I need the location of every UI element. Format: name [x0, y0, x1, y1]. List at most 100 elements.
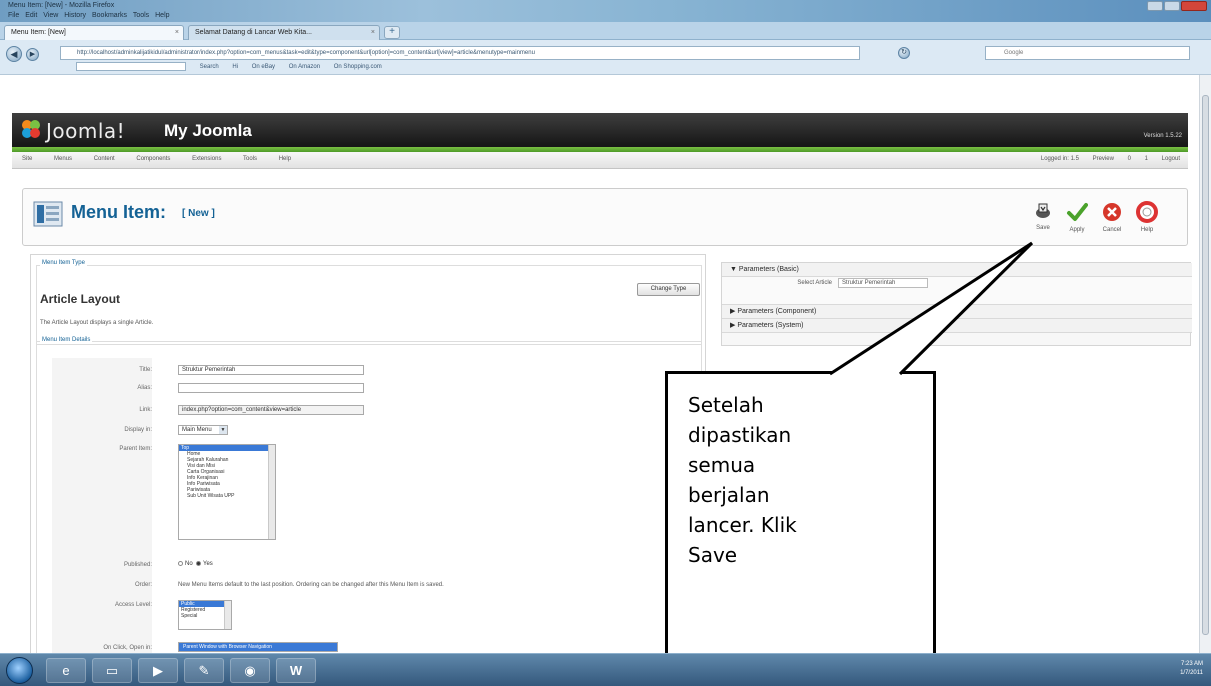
admin-menu-components[interactable]: Components	[136, 156, 170, 162]
preview-link[interactable]: Preview	[1093, 156, 1114, 162]
parent-item-label: Parent Item:	[119, 446, 152, 452]
access-level-label: Access Level:	[114, 602, 152, 608]
alias-input[interactable]	[178, 383, 364, 393]
start-button[interactable]	[6, 657, 33, 684]
page-scrollbar[interactable]	[1199, 75, 1211, 653]
search-input[interactable]: Google	[985, 46, 1190, 60]
on-click-listbox[interactable]: Parent Window with Browser Navigation	[178, 642, 338, 652]
taskbar-word-icon[interactable]: W	[276, 658, 316, 683]
taskbar-firefox-icon[interactable]: ◉	[230, 658, 270, 683]
admin-menu-site[interactable]: Site	[22, 156, 32, 162]
title-input[interactable]: Struktur Pemerintah	[178, 365, 364, 375]
new-tab-button[interactable]: +	[384, 26, 400, 39]
system-tray: 7:23 AM 1/7/2011	[1180, 660, 1203, 678]
bookmark-ebay[interactable]: On eBay	[252, 64, 275, 70]
menu-item-type-fieldset	[36, 265, 702, 345]
close-window-button[interactable]	[1181, 1, 1207, 11]
admin-menu-menus[interactable]: Menus	[54, 156, 72, 162]
published-no-label: No	[185, 561, 193, 568]
taskbar-paint-icon[interactable]: ✎	[184, 658, 224, 683]
parameters-system-toggle[interactable]: ▶ Parameters (System)	[722, 319, 1192, 333]
on-click-option[interactable]: Parent Window with Browser Navigation	[179, 643, 337, 651]
admin-menu-extensions[interactable]: Extensions	[192, 156, 221, 162]
browser-menubar: File Edit View History Bookmarks Tools H…	[8, 12, 170, 19]
tab-bar: Menu Item: [New] × Selamat Datang di Lan…	[0, 22, 1211, 40]
address-bar[interactable]: http://localhost/adminkalijatikidul/admi…	[60, 46, 860, 60]
select-article-field[interactable]: Struktur Pemerintah	[838, 278, 928, 288]
bookmark-hi[interactable]: Hi	[232, 64, 238, 70]
listbox-scrollbar[interactable]	[268, 445, 275, 539]
apply-button[interactable]: Apply	[1063, 201, 1091, 233]
admin-menu-tools[interactable]: Tools	[243, 156, 257, 162]
callout-text: Setelah dipastikan semua berjalan lancer…	[688, 390, 928, 570]
messages-count[interactable]: 0	[1128, 156, 1131, 162]
parent-item-listbox[interactable]: Top Home Sejarah Kalurahan Visi dan Misi…	[178, 444, 276, 540]
published-yes-radio[interactable]	[196, 561, 202, 566]
bookmark-amazon[interactable]: On Amazon	[289, 64, 320, 70]
bookmark-shopping[interactable]: On Shopping.com	[334, 64, 382, 70]
published-yes-label: Yes	[203, 561, 213, 568]
callout-line: Setelah	[688, 393, 764, 417]
menu-file[interactable]: File	[8, 12, 19, 19]
reload-icon[interactable]: ↻	[898, 47, 910, 59]
display-in-value: Main Menu	[182, 427, 212, 433]
taskbar-ie-icon[interactable]: e	[46, 658, 86, 683]
admin-menu-content[interactable]: Content	[94, 156, 115, 162]
joomla-logo-icon	[22, 120, 40, 138]
admin-menu-help[interactable]: Help	[279, 156, 291, 162]
taskbar-media-icon[interactable]: ▶	[138, 658, 178, 683]
save-icon	[1036, 203, 1050, 218]
cancel-button[interactable]: Cancel	[1098, 201, 1126, 233]
navigation-bar: ◀ ▶ http://localhost/adminkalijatikidul/…	[0, 40, 1211, 75]
parent-option[interactable]: Sub Unit Wisata UPP	[179, 493, 275, 499]
clock-time[interactable]: 7:23 AM	[1180, 660, 1203, 669]
maximize-button[interactable]	[1164, 1, 1180, 11]
close-tab-icon[interactable]: ×	[371, 29, 375, 36]
menu-edit[interactable]: Edit	[25, 12, 37, 19]
back-button[interactable]: ◀	[6, 46, 22, 62]
callout-line: semua	[688, 453, 756, 477]
listbox-scrollbar[interactable]	[224, 601, 231, 629]
parameters-basic-toggle[interactable]: ▼ Parameters (Basic)	[722, 263, 1192, 277]
menu-help[interactable]: Help	[155, 12, 169, 19]
order-note: New Menu Items default to the last posit…	[178, 582, 444, 588]
menu-bookmarks[interactable]: Bookmarks	[92, 12, 127, 19]
parameters-component-toggle[interactable]: ▶ Parameters (Component)	[722, 305, 1192, 319]
cancel-icon	[1103, 203, 1121, 221]
windows-taskbar: e ▭ ▶ ✎ ◉ W 7:23 AM 1/7/2011	[0, 653, 1211, 686]
tab-menu-item-new[interactable]: Menu Item: [New] ×	[4, 25, 184, 40]
forward-button[interactable]: ▶	[26, 48, 39, 61]
admin-menu-bar: Site Menus Content Components Extensions…	[12, 152, 1188, 169]
logged-in-status: Logged in: 1.5	[1040, 156, 1079, 162]
users-count[interactable]: 1	[1145, 156, 1148, 162]
parameters-panel: ▼ Parameters (Basic) Select Article Stru…	[721, 262, 1192, 346]
access-level-listbox[interactable]: Public Registered Special	[178, 600, 232, 630]
page-title: Menu Item:	[71, 202, 167, 222]
menu-history[interactable]: History	[64, 12, 86, 19]
window-controls	[1147, 1, 1207, 11]
site-name: My Joomla	[164, 121, 252, 140]
published-no-radio[interactable]	[178, 561, 183, 566]
change-type-button[interactable]: Change Type	[637, 283, 700, 296]
toolbar-dropdown[interactable]	[76, 62, 186, 71]
link-input[interactable]: index.php?option=com_content&view=articl…	[178, 405, 364, 415]
help-lifebuoy-icon	[1136, 201, 1158, 223]
menu-view[interactable]: View	[43, 12, 58, 19]
select-article-label: Select Article	[797, 280, 832, 286]
help-button[interactable]: Help	[1133, 201, 1161, 233]
callout-line: berjalan	[688, 483, 770, 507]
logout-link[interactable]: Logout	[1162, 156, 1180, 162]
save-button[interactable]: Save	[1029, 201, 1057, 231]
minimize-button[interactable]	[1147, 1, 1163, 11]
parameters-basic-title: Parameters (Basic)	[738, 266, 799, 273]
tab-selamat-datang[interactable]: Selamat Datang di Lancar Web Kita... ×	[188, 25, 380, 40]
chevron-down-icon: ▼	[219, 426, 227, 434]
bookmark-search[interactable]: Search	[200, 64, 219, 70]
clock-date[interactable]: 1/7/2011	[1180, 669, 1203, 678]
taskbar-folder-icon[interactable]: ▭	[92, 658, 132, 683]
menu-tools[interactable]: Tools	[133, 12, 149, 19]
display-in-select[interactable]: Main Menu ▼	[178, 425, 228, 435]
scrollbar-thumb[interactable]	[1202, 95, 1209, 635]
page-toolbar: Menu Item: [ New ] Save Apply Cancel Hel…	[22, 188, 1188, 246]
close-tab-icon[interactable]: ×	[175, 29, 179, 36]
